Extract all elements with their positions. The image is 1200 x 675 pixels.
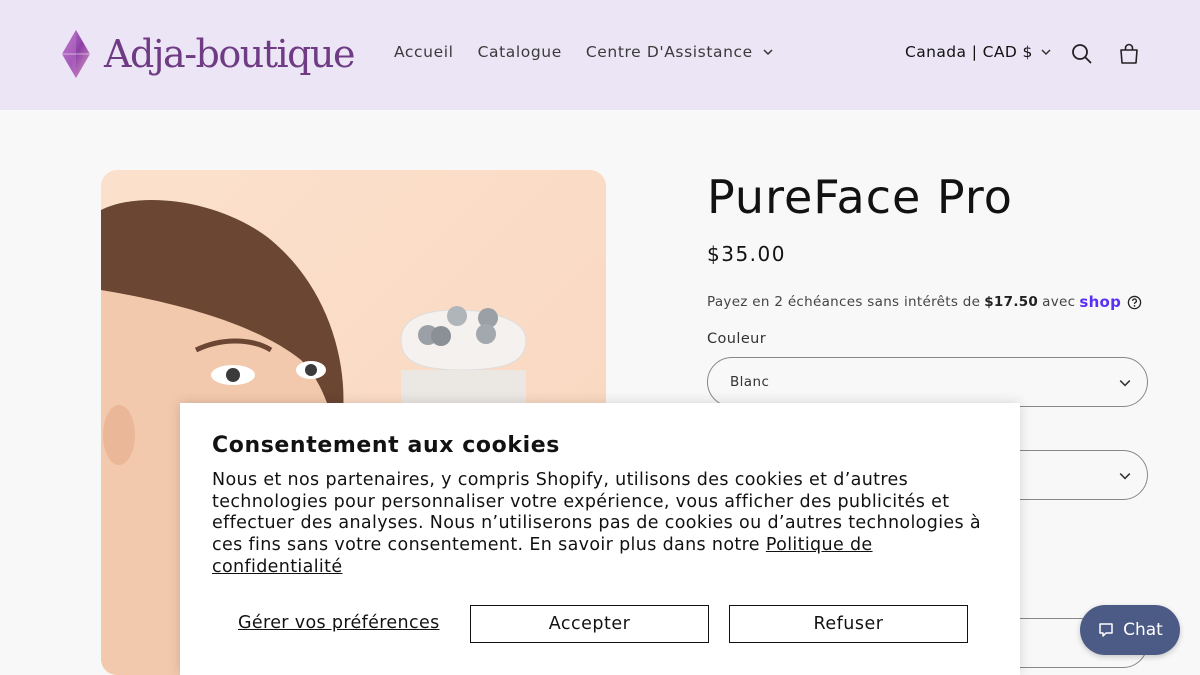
nav-label: Accueil [394, 43, 454, 61]
shop-pay-logo: shop [1079, 293, 1122, 311]
chevron-down-icon [1041, 49, 1051, 56]
chevron-down-icon [1119, 473, 1131, 480]
brand-name: Adja-boutique [104, 32, 355, 76]
nav-label: Catalogue [477, 43, 562, 61]
chat-button[interactable]: Chat [1080, 605, 1180, 655]
accept-button[interactable]: Accepter [470, 605, 709, 643]
chat-label: Chat [1123, 620, 1163, 640]
color-select[interactable]: Blanc [707, 357, 1148, 407]
installments-amount: $17.50 [984, 294, 1039, 310]
color-label: Couleur [707, 331, 767, 347]
country-selector[interactable]: Canada | CAD $ [905, 43, 1051, 61]
chat-bubble-icon [1099, 623, 1113, 637]
cookie-banner: Consentement aux cookies Nous et nos par… [180, 403, 1020, 675]
cookie-title: Consentement aux cookies [212, 433, 560, 458]
cart-icon[interactable] [1117, 42, 1141, 66]
logo[interactable]: Adja-boutique [60, 28, 355, 80]
installments-info: Payez en 2 échéances sans intérêts de $1… [707, 293, 1142, 311]
diamond-logo-icon [62, 30, 90, 78]
search-icon[interactable] [1070, 42, 1094, 66]
nav-catalogue[interactable]: Catalogue [478, 43, 562, 61]
installments-text: Payez en 2 échéances sans intérêts de [707, 294, 981, 310]
nav-accueil[interactable]: Accueil [394, 43, 454, 61]
main-nav: Accueil Catalogue Centre D'Assistance [394, 43, 797, 61]
color-select-value: Blanc [730, 374, 770, 390]
nav-centre-assistance[interactable]: Centre D'Assistance [586, 43, 773, 61]
product-title: PureFace Pro [707, 170, 1013, 224]
country-label: Canada | CAD $ [905, 43, 1033, 61]
help-icon[interactable] [1127, 295, 1142, 310]
chevron-down-icon [1119, 380, 1131, 387]
chevron-down-icon [763, 49, 773, 56]
decline-button[interactable]: Refuser [729, 605, 968, 643]
cookie-text: Nous et nos partenaires, y compris Shopi… [212, 470, 992, 579]
site-header: Adja-boutique Accueil Catalogue Centre D… [0, 0, 1200, 110]
installments-suffix: avec [1042, 294, 1076, 310]
manage-preferences-button[interactable]: Gérer vos préférences [238, 613, 440, 633]
nav-label: Centre D'Assistance [585, 43, 753, 61]
product-price: $35.00 [707, 242, 786, 266]
